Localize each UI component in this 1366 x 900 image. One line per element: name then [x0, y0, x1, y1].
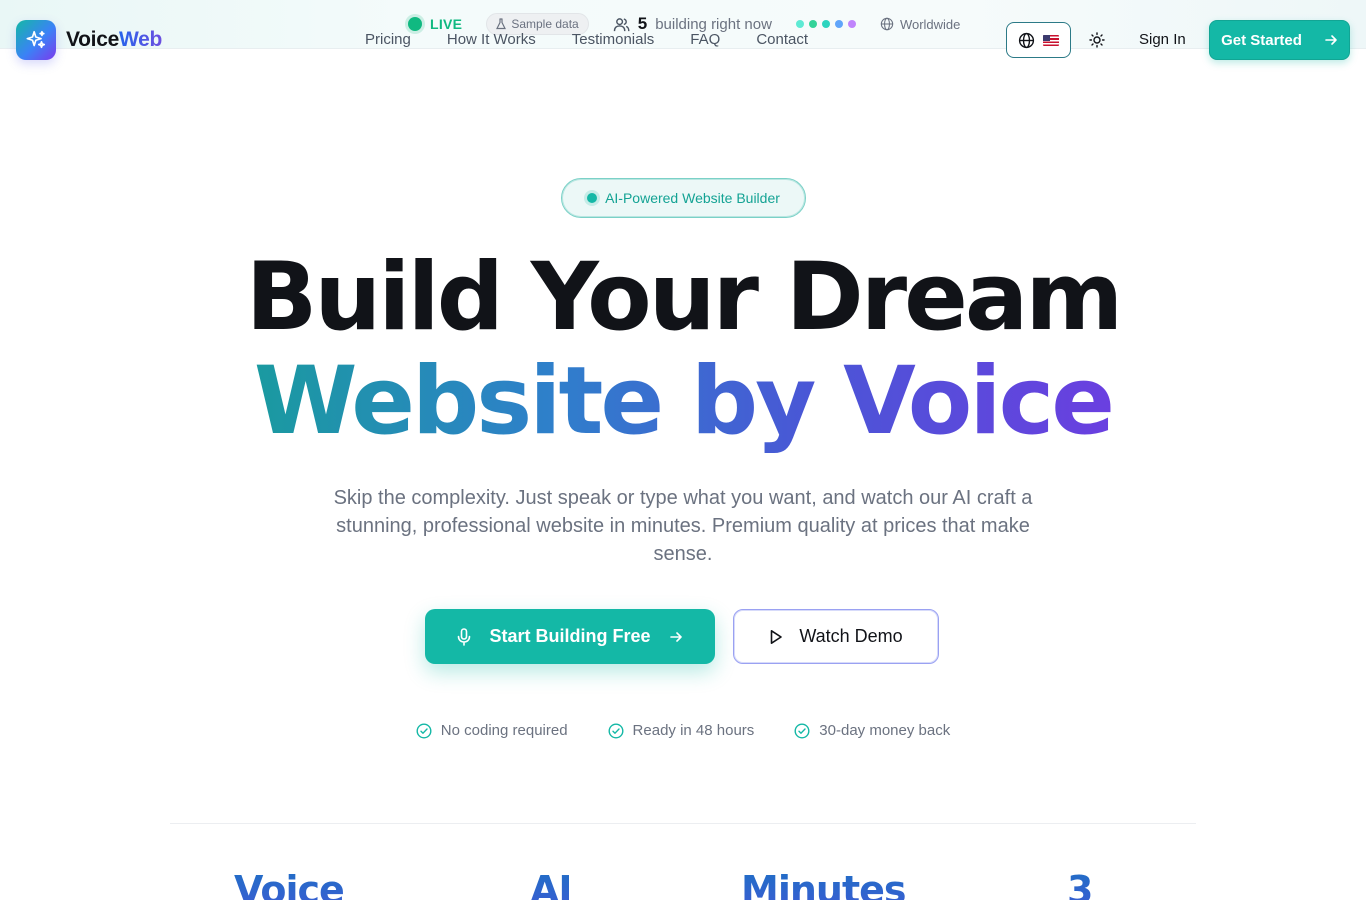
- region-label: Worldwide: [880, 17, 960, 32]
- activity-dot: [821, 20, 830, 28]
- region-text: Worldwide: [899, 16, 961, 32]
- watch-demo-label: Watch Demo: [799, 626, 903, 646]
- watch-demo-button[interactable]: Watch Demo: [733, 609, 939, 664]
- brand-name: VoiceWeb: [66, 28, 162, 52]
- get-started-label: Get Started: [1221, 31, 1302, 49]
- activity-dots: [795, 20, 856, 28]
- microphone-icon: [458, 627, 471, 646]
- start-building-button[interactable]: Start Building Free: [425, 609, 715, 664]
- feature-item: No coding required: [416, 722, 568, 739]
- feature-label: No coding required: [440, 722, 568, 739]
- sparkles-icon: [16, 20, 56, 60]
- live-indicator-dot: [408, 17, 422, 31]
- flask-icon: [496, 18, 507, 30]
- stat-value-minutes: Minutes: [741, 868, 907, 900]
- section-divider: [170, 823, 1196, 824]
- sign-in-link[interactable]: Sign In: [1139, 31, 1186, 48]
- theme-toggle-button[interactable]: [1083, 26, 1111, 54]
- nav-faq[interactable]: FAQ: [690, 32, 720, 48]
- activity-dot: [808, 20, 817, 28]
- start-building-label: Start Building Free: [489, 626, 651, 646]
- feature-label: Ready in 48 hours: [632, 722, 755, 739]
- building-text: building right now: [655, 15, 772, 33]
- logo[interactable]: VoiceWeb: [16, 20, 162, 60]
- feature-item: 30-day money back: [794, 722, 950, 739]
- users-icon: [613, 17, 630, 31]
- arrow-right-icon: [1325, 35, 1337, 45]
- us-flag-icon: [1043, 34, 1059, 46]
- sun-icon: [1089, 32, 1105, 48]
- globe-icon: [1018, 32, 1035, 48]
- brand-name-part2: Web: [118, 28, 163, 51]
- stats-row: Voice AI Minutes 3: [0, 868, 1366, 900]
- nav-pricing[interactable]: Pricing: [365, 32, 411, 48]
- stat-value-three: 3: [1067, 868, 1093, 900]
- badge-dot: [587, 193, 598, 203]
- check-circle-icon: [794, 722, 810, 739]
- play-icon: [771, 629, 783, 644]
- check-circle-icon: [608, 722, 624, 739]
- live-label: LIVE: [430, 16, 463, 32]
- brand-name-part1: Voice: [66, 28, 119, 51]
- hero-badge: AI-Powered Website Builder: [561, 178, 806, 218]
- hero-title-line1: Build Your Dream: [245, 243, 1124, 352]
- feature-list: No coding required Ready in 48 hours 30-…: [0, 722, 1366, 739]
- hero-badge-label: AI-Powered Website Builder: [605, 190, 780, 206]
- activity-dot: [834, 20, 843, 28]
- activity-dot: [795, 20, 804, 28]
- hero-title-line2-text: Website by Voice: [253, 347, 1115, 456]
- language-selector-button[interactable]: [1006, 22, 1071, 58]
- sample-data-label: Sample data: [511, 17, 579, 31]
- stat-value-voice: Voice: [234, 868, 345, 900]
- stat-value-ai: AI: [530, 868, 573, 900]
- nav-how-it-works[interactable]: How It Works: [447, 32, 536, 48]
- nav-contact[interactable]: Contact: [756, 32, 808, 48]
- activity-dot: [847, 20, 856, 28]
- feature-item: Ready in 48 hours: [608, 722, 755, 739]
- hero-title-line2: Website by Voice: [0, 348, 1366, 456]
- get-started-button[interactable]: Get Started: [1209, 20, 1350, 60]
- main-nav: Pricing How It Works Testimonials FAQ Co…: [365, 32, 808, 48]
- globe-icon: [880, 17, 894, 31]
- hero-subtitle: Skip the complexity. Just speak or type …: [333, 487, 1033, 565]
- nav-testimonials[interactable]: Testimonials: [572, 32, 655, 48]
- arrow-right-icon: [669, 631, 682, 642]
- check-circle-icon: [416, 722, 432, 739]
- feature-label: 30-day money back: [819, 722, 951, 739]
